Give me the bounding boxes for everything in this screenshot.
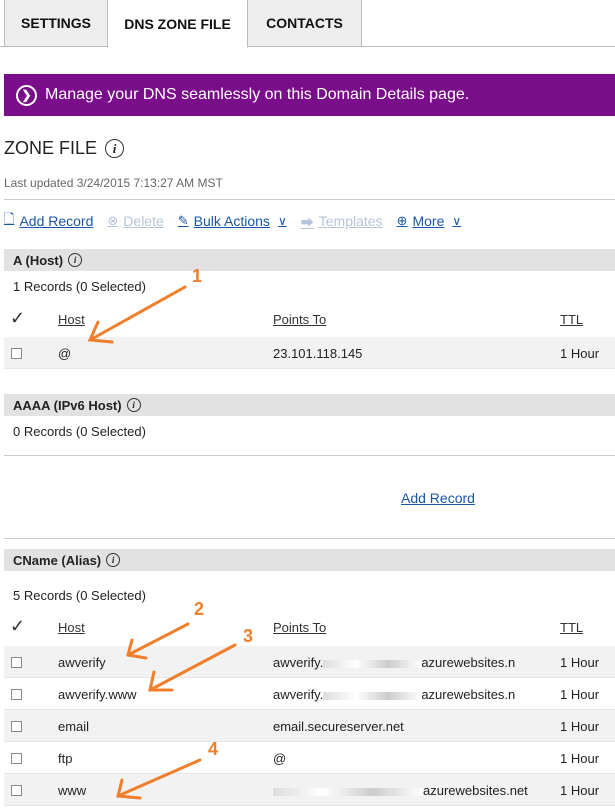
points-to-cell: azurewebsites.net	[273, 783, 528, 798]
points-to-suffix: azurewebsites.n	[421, 655, 516, 670]
templates-label: Templates	[318, 213, 383, 229]
info-icon[interactable]: i	[106, 553, 121, 567]
tab-bar: SETTINGS DNS ZONE FILE CONTACTS	[0, 0, 615, 48]
points-to-cell: awverify. azurewebsites.n	[273, 655, 515, 670]
col-ttl[interactable]: TTL	[560, 312, 583, 327]
info-banner: ❯ Manage your DNS seamlessly on this Dom…	[4, 74, 615, 116]
table-row[interactable]: awverify awverify. azurewebsites.n 1 Hour	[4, 646, 615, 678]
row-checkbox[interactable]	[11, 348, 22, 359]
tab-settings[interactable]: SETTINGS	[4, 0, 108, 47]
record-count: 0 Records (0 Selected)	[13, 424, 146, 439]
ttl-cell: 1 Hour	[560, 687, 600, 702]
ttl-cell: 1 Hour	[560, 719, 600, 734]
redacted-block	[323, 659, 422, 668]
section-cname-header: CName (Alias) i	[4, 549, 615, 571]
divider	[4, 538, 615, 539]
section-a-host-header: A (Host) i	[4, 249, 615, 271]
delete-button[interactable]: ⊗ Delete	[107, 213, 163, 229]
section-title: CName (Alias)	[13, 552, 102, 568]
points-to-suffix: azurewebsites.net	[423, 783, 528, 798]
delete-label: Delete	[123, 213, 164, 229]
annotation-number: 2	[194, 599, 205, 619]
delete-circle-icon: ⊗	[107, 213, 119, 228]
templates-button[interactable]: ⮕ Templates	[301, 212, 383, 231]
last-updated: Last updated 3/24/2015 7:13:27 AM MST	[4, 176, 223, 190]
host-cell: email	[58, 719, 90, 734]
more-button[interactable]: ⊕ More ∨	[397, 213, 462, 229]
chevron-down-icon: ∨	[452, 214, 462, 228]
ttl-cell: 1 Hour	[560, 655, 600, 670]
section-title: AAAA (IPv6 Host)	[13, 397, 122, 413]
host-cell: awverify	[58, 655, 106, 670]
chevron-down-icon: ∨	[277, 214, 287, 228]
add-record-label: Add Record	[19, 213, 94, 229]
table-row[interactable]: awverify.www awverify. azurewebsites.n 1 …	[4, 678, 615, 710]
host-cell: @	[58, 346, 72, 361]
ttl-cell: 1 Hour	[560, 783, 600, 798]
ttl-cell: 1 Hour	[560, 751, 600, 766]
table-row[interactable]: @ 23.101.118.145 1 Hour	[4, 337, 615, 369]
row-checkbox[interactable]	[11, 689, 22, 700]
host-cell: www	[58, 783, 87, 798]
more-label: More	[412, 213, 445, 229]
col-points-to[interactable]: Points To	[273, 312, 326, 327]
arrow-circle-icon: ⮕	[300, 214, 314, 230]
redacted-block	[323, 691, 422, 700]
points-to-cell: email.secureserver.net	[273, 719, 404, 734]
divider	[4, 199, 615, 200]
ttl-cell: 1 Hour	[560, 346, 600, 361]
col-ttl[interactable]: TTL	[560, 620, 583, 635]
table-row[interactable]: email email.secureserver.net 1 Hour	[4, 710, 615, 742]
info-icon[interactable]: i	[126, 398, 141, 412]
points-to-cell: awverify. azurewebsites.n	[273, 687, 515, 702]
tab-contacts[interactable]: CONTACTS	[247, 0, 362, 47]
info-icon[interactable]: i	[68, 253, 83, 267]
points-to-prefix: awverify.	[273, 655, 324, 670]
section-aaaa-header: AAAA (IPv6 Host) i	[4, 394, 615, 416]
host-cell: ftp	[58, 751, 73, 766]
col-host[interactable]: Host	[58, 312, 85, 327]
host-cell: awverify.www	[58, 687, 137, 702]
annotation-number: 3	[243, 626, 254, 646]
points-to-cell: 23.101.118.145	[273, 346, 363, 361]
col-host[interactable]: Host	[58, 620, 85, 635]
zone-title-text: ZONE FILE	[4, 138, 98, 158]
record-count: 5 Records (0 Selected)	[13, 588, 146, 603]
add-record-button[interactable]: 🗋 Add Record	[4, 210, 93, 232]
divider	[4, 455, 615, 456]
document-add-icon: 🗋	[4, 211, 15, 226]
row-checkbox[interactable]	[11, 753, 22, 764]
bulk-actions-label: Bulk Actions	[193, 213, 270, 229]
redacted-block	[273, 787, 423, 796]
bulk-actions-button[interactable]: ✎ Bulk Actions ∨	[178, 213, 287, 229]
tab-dns-zone-file[interactable]: DNS ZONE FILE	[107, 0, 248, 48]
table-row[interactable]: www azurewebsites.net 1 Hour	[4, 774, 615, 806]
table-header: ✓ Host Points To TTL	[4, 306, 615, 336]
page-title: ZONE FILE i	[4, 138, 125, 159]
points-to-suffix: azurewebsites.n	[421, 687, 516, 702]
row-checkbox[interactable]	[11, 721, 22, 732]
row-checkbox[interactable]	[11, 785, 22, 796]
table-row[interactable]: ftp @ 1 Hour	[4, 742, 615, 774]
table-header: ✓ Host Points To TTL	[4, 614, 615, 644]
select-all-check-icon[interactable]: ✓	[10, 616, 25, 637]
points-to-cell: @	[273, 751, 287, 766]
chevron-right-circle-icon: ❯	[16, 84, 37, 106]
toolbar: 🗋 Add Record ⊗ Delete ✎ Bulk Actions ∨ ⮕…	[4, 211, 475, 231]
record-count: 1 Records (0 Selected)	[13, 279, 146, 294]
col-points-to[interactable]: Points To	[273, 620, 326, 635]
edit-icon: ✎	[177, 213, 189, 228]
section-title: A (Host)	[13, 252, 64, 268]
annotation-number: 4	[208, 739, 219, 759]
row-checkbox[interactable]	[11, 657, 22, 668]
plus-circle-icon: ⊕	[396, 213, 408, 228]
points-to-prefix: awverify.	[273, 687, 324, 702]
banner-text: Manage your DNS seamlessly on this Domai…	[45, 86, 470, 103]
add-record-link[interactable]: Add Record	[401, 490, 475, 506]
annotation-number: 1	[192, 266, 203, 286]
select-all-check-icon[interactable]: ✓	[10, 308, 25, 329]
info-icon[interactable]: i	[105, 139, 125, 158]
